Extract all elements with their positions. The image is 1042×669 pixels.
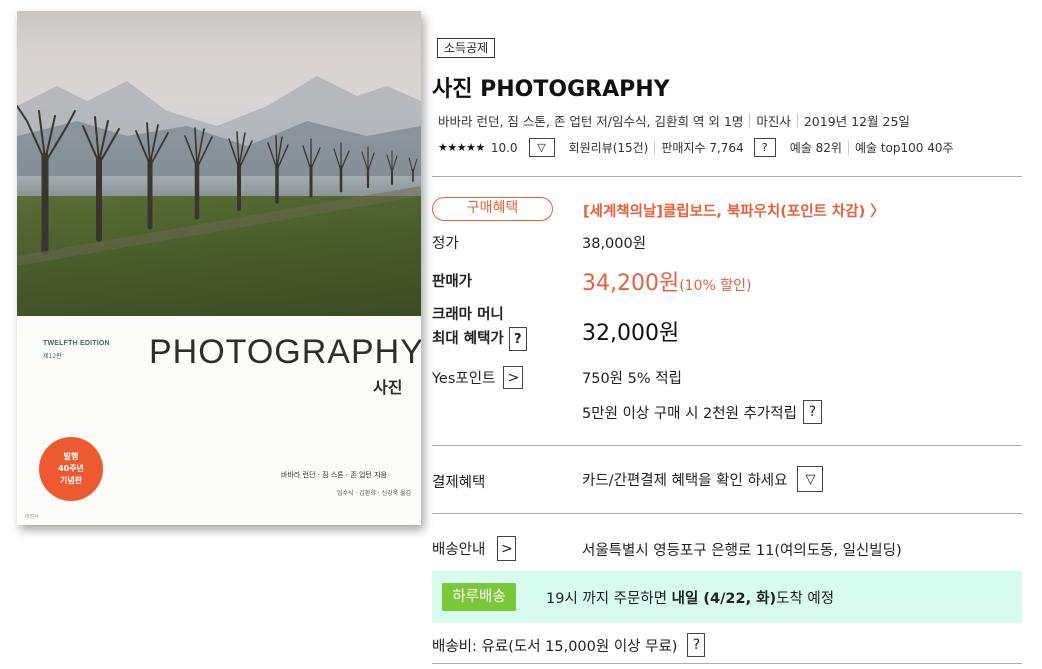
delivery-text-post: 도착 예정: [776, 591, 835, 607]
rating-stars: ★★★★★: [438, 141, 485, 154]
badge-line-1: 발행: [63, 452, 79, 461]
yes-points-value: 750원 5% 적립: [582, 371, 682, 387]
divider: [654, 140, 656, 155]
payment-benefit-label: 결제혜택: [432, 475, 486, 491]
cover-authors: 바바라 런던 · 짐 스톤 · 존 업턴 지음: [281, 471, 387, 479]
sales-index: 판매지수 7,764: [661, 141, 744, 155]
publisher-link[interactable]: 마진사: [756, 114, 791, 129]
chevron-right-icon: >: [501, 540, 513, 557]
purchase-benefit-badge: 구매혜택: [432, 197, 553, 221]
trees-graphic: [17, 105, 421, 266]
shipping-fee-row: 배송비: 유료(도서 15,000원 이상 무료) ?: [432, 633, 706, 657]
product-stats: ★★★★★ 10.0 ▽ 회원리뷰(15건) 판매지수 7,764 ? 예술 8…: [438, 138, 954, 157]
rating-score: 10.0: [490, 140, 518, 155]
kramer-help-button[interactable]: ?: [508, 327, 527, 351]
next-day-delivery-text: 19시 까지 주문하면 내일 (4/22, 화)도착 예정: [546, 587, 834, 608]
kramer-label-line-1: 크래마 머니: [432, 307, 504, 323]
sale-price: 34,200원(10% 할인): [582, 265, 751, 297]
section-divider: [432, 513, 1022, 514]
member-reviews-link[interactable]: 회원리뷰(15건): [569, 139, 649, 156]
next-day-delivery-badge: 하루배송: [442, 583, 516, 611]
sale-price-value: 34,200원: [582, 271, 680, 296]
question-icon: ?: [761, 141, 768, 154]
delivery-text-pre: 19시 까지 주문하면: [546, 591, 672, 607]
chevron-down-icon: ▽: [537, 141, 546, 154]
question-icon: ?: [808, 404, 817, 420]
cover-translators: 임수식 · 김환희 · 신강욱 옮김: [337, 490, 412, 497]
chevron-down-icon: ▽: [805, 471, 816, 487]
sales-index-help-button[interactable]: ?: [753, 138, 776, 157]
cover-edition-kr: 제12판: [43, 353, 62, 360]
shipping-address[interactable]: 서울특별시 영등포구 은행로 11(여의도동, 일신빌딩): [582, 539, 902, 560]
income-deduction-tag: 소득공제: [437, 38, 496, 58]
chevron-right-icon: >: [507, 369, 520, 386]
cover-publisher-mark: 마진사: [25, 514, 39, 520]
publish-date: 2019년 12월 25일: [803, 114, 910, 129]
payment-benefit-text: 카드/간편결제 혜택을 확인 하세요: [582, 472, 788, 489]
yes-points-detail-button[interactable]: >: [503, 366, 524, 389]
delivery-date: 내일 (4/22, 화): [671, 591, 777, 607]
kramer-label-line-2-row: 최대 혜택가?: [432, 327, 527, 351]
divider: [796, 114, 798, 128]
cover-title-kr: 사진: [373, 378, 403, 397]
question-icon: ?: [692, 637, 701, 653]
product-title: 사진 PHOTOGRAPHY: [432, 77, 670, 102]
badge-line-3: 기념판: [59, 476, 83, 485]
payment-benefit-row: 카드/간편결제 혜택을 확인 하세요 ▽: [582, 466, 824, 492]
book-cover-image[interactable]: TWELFTH EDITION 제12판 PHOTOGRAPHY 사진 발행 4…: [17, 11, 421, 525]
cover-title-en: PHOTOGRAPHY: [149, 333, 421, 371]
divider: [847, 140, 849, 155]
promo-link[interactable]: [세계책의날]클립보드, 북파우치(포인트 차감) 〉: [583, 200, 885, 221]
product-meta: 바바라 런던, 짐 스톤, 존 업턴 저/임수식, 김환희 역 외 1명 마진사 2…: [438, 111, 910, 130]
sale-price-label: 판매가: [432, 274, 473, 290]
section-divider: [432, 663, 1022, 664]
divider: [749, 114, 751, 128]
author-link[interactable]: 바바라 런던, 짐 스톤, 존 업턴 저/임수식, 김환희 역 외 1명: [438, 114, 743, 129]
shipping-fee-help-button[interactable]: ?: [687, 633, 706, 657]
section-divider: [432, 176, 1022, 177]
kramer-label-line-2: 최대 혜택가: [432, 330, 504, 347]
shipping-detail-button[interactable]: >: [497, 536, 517, 561]
discount-rate: (10% 할인): [679, 278, 752, 294]
yes-points-row-label: Yes포인트 >: [432, 366, 524, 389]
kramer-money-label: 크래마 머니 최대 혜택가?: [432, 304, 527, 351]
section-divider: [432, 445, 1022, 446]
anniversary-badge: 발행 40주년 기념판: [39, 437, 103, 501]
cover-edition-en: TWELFTH EDITION: [43, 340, 110, 347]
kramer-price: 32,000원: [582, 321, 680, 346]
question-icon: ?: [513, 331, 522, 347]
shipping-row-label: 배송안내 >: [432, 536, 517, 561]
top100-link[interactable]: 예술 top100 40주: [855, 139, 954, 156]
payment-benefit-dropdown-button[interactable]: ▽: [797, 466, 824, 492]
extra-points-help-button[interactable]: ?: [802, 400, 822, 424]
extra-points-row: 5만원 이상 구매 시 2천원 추가적립 ?: [582, 400, 822, 424]
yes-points-label: Yes포인트: [432, 371, 496, 387]
badge-line-2: 40주년: [58, 464, 84, 473]
cover-photo: [17, 11, 421, 316]
list-price-label: 정가: [432, 236, 459, 252]
rating-dropdown-button[interactable]: ▽: [528, 138, 555, 157]
list-price: 38,000원: [582, 236, 647, 252]
extra-points-text: 5만원 이상 구매 시 2천원 추가적립: [582, 405, 797, 422]
shipping-label: 배송안내: [432, 542, 486, 558]
category-rank-link[interactable]: 예술 82위: [790, 139, 842, 156]
shipping-fee-text: 배송비: 유료(도서 15,000원 이상 무료): [432, 638, 678, 655]
